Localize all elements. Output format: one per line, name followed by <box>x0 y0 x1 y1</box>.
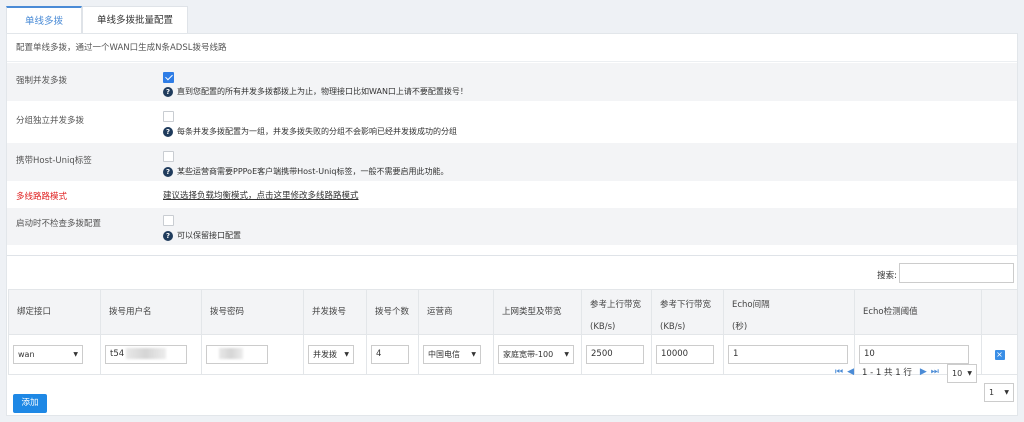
dropdown-arrow-icon: ▼ <box>967 370 972 377</box>
col-header-echo-interval: Echo间隔 (秒) <box>723 289 855 335</box>
isp-select[interactable]: 中国电信 ▼ <box>423 345 481 364</box>
dropdown-arrow-icon: ▼ <box>564 351 569 358</box>
main-panel: 配置单线多拨，通过一个WAN口生成N条ADSL拨号线路 强制并发多拨 ? 直到您配… <box>6 33 1018 416</box>
echo-threshold-input[interactable]: 10 <box>859 345 969 364</box>
col-header-concurrent: 并发拨号 <box>303 289 367 335</box>
net-type-select[interactable]: 家庭宽带-100 ▼ <box>498 345 574 364</box>
setting-label: 启动时不检查多拨配置 <box>16 219 102 229</box>
delete-row-icon[interactable]: × <box>994 349 1005 360</box>
password-input[interactable] <box>206 345 268 364</box>
setting-skip-check: 启动时不检查多拨配置 ? 可以保留接口配置 <box>7 208 1017 246</box>
multiline-mode-link[interactable]: 建议选择负载均衡模式，点击这里修改多线路路模式 <box>163 189 359 201</box>
redacted-blur <box>219 348 243 359</box>
tab-batch-config[interactable]: 单线多拨批量配置 <box>82 6 188 33</box>
table-header-row: 绑定接口 拨号用户名 拨号密码 并发拨号 拨号个数 运营商 上网类型及带宽 参考… <box>8 289 1018 335</box>
page-select[interactable]: 1 ▼ <box>984 383 1014 402</box>
col-header-up-bw: 参考上行带宽 (KB/s) <box>581 289 652 335</box>
col-header-password: 拨号密码 <box>201 289 304 335</box>
username-input[interactable]: t54 <box>105 345 187 364</box>
first-page-icon[interactable]: ⏮ <box>835 367 843 377</box>
setting-hint: ? 某些运营商需要PPPoE客户端携带Host-Uniq标签，一般不需要启用此功能… <box>163 166 448 177</box>
hint-text: 某些运营商需要PPPoE客户端携带Host-Uniq标签，一般不需要启用此功能。 <box>177 167 449 176</box>
pagination: ⏮ ◀ 1 - 1 共 1 行 ▶ ⏭ <box>833 366 941 378</box>
dropdown-arrow-icon: ▼ <box>344 351 349 358</box>
force-concurrent-checkbox[interactable] <box>163 72 174 83</box>
skip-check-checkbox[interactable] <box>163 215 174 226</box>
question-icon: ? <box>163 230 173 241</box>
question-icon: ? <box>163 126 173 137</box>
hint-text: 直到您配置的所有并发多拨都拨上为止，物理接口比如WAN口上请不要配置拨号！ <box>177 87 468 96</box>
add-button[interactable]: 添加 <box>13 394 47 413</box>
tab-single-line-multidial[interactable]: 单线多拨 <box>6 6 82 33</box>
page-size-select[interactable]: 10 ▼ <box>947 364 977 383</box>
setting-hint: ? 可以保留接口配置 <box>163 230 241 241</box>
prev-page-icon[interactable]: ◀ <box>847 367 854 377</box>
setting-label: 分组独立并发多拨 <box>16 116 85 126</box>
interface-select[interactable]: wan ▼ <box>13 345 83 364</box>
last-page-icon[interactable]: ⏭ <box>931 367 939 377</box>
count-input[interactable]: 4 <box>371 345 409 364</box>
next-page-icon[interactable]: ▶ <box>920 367 927 377</box>
dropdown-arrow-icon: ▼ <box>1004 389 1009 396</box>
setting-multiline-mode: 多线路路模式 建议选择负载均衡模式，点击这里修改多线路路模式 <box>7 183 1017 207</box>
setting-label: 强制并发多拨 <box>16 76 68 86</box>
search-label: 搜索: <box>877 271 897 281</box>
setting-force-concurrent: 强制并发多拨 ? 直到您配置的所有并发多拨都拨上为止，物理接口比如WAN口上请不要… <box>7 63 1017 102</box>
setting-label: 多线路路模式 <box>16 192 68 202</box>
dropdown-arrow-icon: ▼ <box>471 351 476 358</box>
tab-bar: 单线多拨 单线多拨批量配置 <box>6 6 1018 33</box>
hint-text: 可以保留接口配置 <box>177 231 241 240</box>
col-header-actions <box>981 289 1018 335</box>
setting-hint: ? 直到您配置的所有并发多拨都拨上为止，物理接口比如WAN口上请不要配置拨号！ <box>163 86 468 97</box>
setting-group-independent: 分组独立并发多拨 ? 每条并发多拨配置为一组，并发多拨失败的分组不会影响已经并发拨… <box>7 103 1017 142</box>
multidial-table: 绑定接口 拨号用户名 拨号密码 并发拨号 拨号个数 运营商 上网类型及带宽 参考… <box>8 289 1018 375</box>
group-independent-checkbox[interactable] <box>163 111 174 122</box>
hint-text: 每条并发多拨配置为一组，并发多拨失败的分组不会影响已经并发拨成功的分组 <box>177 127 457 136</box>
dropdown-arrow-icon: ▼ <box>73 351 78 358</box>
col-header-down-bw: 参考下行带宽 (KB/s) <box>651 289 724 335</box>
col-header-isp: 运营商 <box>418 289 494 335</box>
down-bw-input[interactable]: 10000 <box>656 345 714 364</box>
col-header-net-type: 上网类型及带宽 <box>493 289 582 335</box>
setting-host-uniq: 携带Host-Uniq标签 ? 某些运营商需要PPPoE客户端携带Host-Uni… <box>7 143 1017 182</box>
setting-label: 携带Host-Uniq标签 <box>16 156 92 166</box>
question-icon: ? <box>163 166 173 177</box>
page-description: 配置单线多拨，通过一个WAN口生成N条ADSL拨号线路 <box>7 34 1017 62</box>
setting-hint: ? 每条并发多拨配置为一组，并发多拨失败的分组不会影响已经并发拨成功的分组 <box>163 126 457 137</box>
divider <box>7 255 1017 256</box>
col-header-interface: 绑定接口 <box>8 289 101 335</box>
host-uniq-checkbox[interactable] <box>163 151 174 162</box>
concurrent-select[interactable]: 并发拨 ▼ <box>308 345 354 364</box>
col-header-count: 拨号个数 <box>366 289 419 335</box>
question-icon: ? <box>163 86 173 97</box>
page-info: 1 - 1 共 1 行 <box>862 368 912 378</box>
up-bw-input[interactable]: 2500 <box>586 345 644 364</box>
col-header-username: 拨号用户名 <box>100 289 202 335</box>
redacted-blur <box>126 348 167 359</box>
col-header-echo-threshold: Echo检测阈值 <box>854 289 982 335</box>
echo-interval-input[interactable]: 1 <box>728 345 848 364</box>
search-input[interactable] <box>899 263 1014 283</box>
